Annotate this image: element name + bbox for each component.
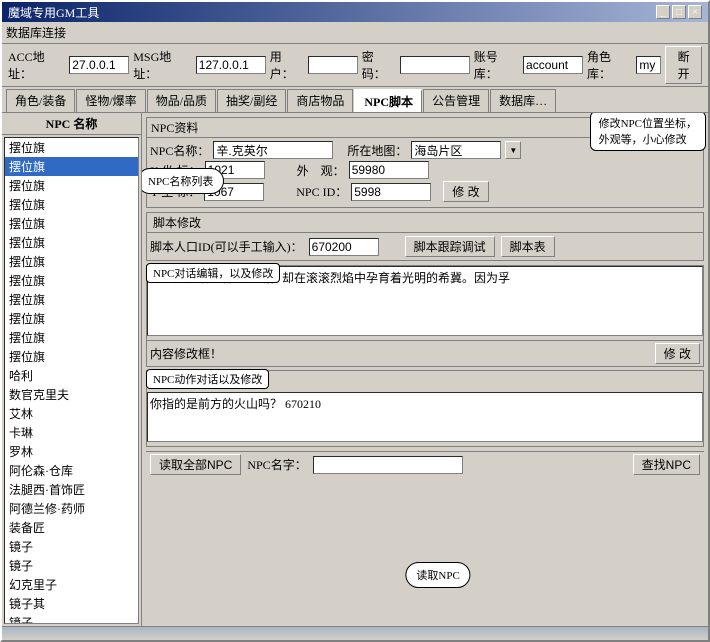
title-bar-buttons: _ □ ×	[656, 5, 702, 19]
title-bar: 魔域专用GM工具 _ □ ×	[2, 2, 708, 22]
callout-modify-npc: 修改NPC位置坐标，外观等，小心修改	[590, 113, 706, 151]
list-item[interactable]: 镜子其	[5, 594, 138, 613]
window-title: 魔域专用GM工具	[8, 4, 99, 21]
npc-name-label: NPC名字：	[247, 456, 306, 473]
user-input[interactable]	[308, 56, 358, 74]
list-item[interactable]: 摆位旗	[5, 309, 138, 328]
npc-list-header: NPC 名称	[2, 113, 141, 135]
list-item[interactable]: 摆位旗	[5, 271, 138, 290]
outer-input[interactable]	[349, 161, 429, 179]
tab-shop[interactable]: 商店物品	[287, 89, 353, 112]
list-item[interactable]: 数官克里夫	[5, 385, 138, 404]
main-window: 魔域专用GM工具 _ □ × 数据库连接 ACC地址： MSG地址： 用户： 密…	[0, 0, 710, 642]
script-id-label: 脚本人口ID(可以手工输入)：	[150, 238, 303, 255]
list-item[interactable]: 摆位旗	[5, 176, 138, 195]
list-item[interactable]: 摆位旗	[5, 195, 138, 214]
role-input[interactable]	[636, 56, 661, 74]
npcid-input[interactable]	[351, 183, 431, 201]
dialog-modify-row: 内容修改框！ 修 改	[146, 341, 704, 367]
left-panel: NPC 名称 摆位旗 摆位旗 摆位旗 摆位旗 摆位旗 摆位旗 摆位旗 摆位旗 摆…	[2, 113, 142, 626]
read-all-npc-button[interactable]: 读取全部NPC	[150, 454, 241, 475]
modify-label: 内容修改框！	[150, 345, 649, 362]
tab-database[interactable]: 数据库…	[490, 89, 556, 112]
npc-name-input[interactable]	[213, 141, 333, 159]
dialog-wrapper: NPC对话编辑，以及修改 那儿是充满恐怖的死域，却在滚滚烈焰中孕育着光明的希冀。…	[146, 265, 704, 367]
list-item[interactable]: 阿德兰修·药师	[5, 499, 138, 518]
list-item[interactable]: 摆位旗	[5, 347, 138, 366]
find-npc-button[interactable]: 查找NPC	[633, 454, 700, 475]
trace-debug-button[interactable]: 脚本跟踪调试	[405, 236, 495, 257]
menu-database[interactable]: 数据库连接	[6, 26, 66, 40]
callout-npc-list: NPC名称列表	[142, 168, 224, 194]
script-row: 脚本人口ID(可以手工输入)： 脚本跟踪调试 脚本表	[147, 233, 703, 260]
user-label: 用户：	[270, 48, 304, 82]
bottom-bar: 读取全部NPC NPC名字： 查找NPC	[146, 451, 704, 477]
tab-bar: 角色/装备 怪物/爆率 物品/品质 抽奖/副经 商店物品 NPC脚本 公告管理 …	[2, 87, 708, 113]
list-item[interactable]: 装备匠	[5, 518, 138, 537]
acc-input[interactable]	[69, 56, 129, 74]
msg-input[interactable]	[196, 56, 266, 74]
tab-announce[interactable]: 公告管理	[423, 89, 489, 112]
list-item[interactable]: 摆位旗	[5, 233, 138, 252]
account-input[interactable]	[523, 56, 583, 74]
list-item[interactable]: 法腿西·首饰匠	[5, 480, 138, 499]
list-item[interactable]: 镜子	[5, 537, 138, 556]
account-label: 账号库：	[474, 48, 519, 82]
tab-npc[interactable]: NPC脚本	[354, 89, 422, 112]
menu-bar: 数据库连接	[2, 22, 708, 44]
outer-label: 外 观：	[297, 162, 345, 179]
msg-label: MSG地址：	[133, 48, 192, 82]
script-table-button[interactable]: 脚本表	[501, 236, 555, 257]
tab-item[interactable]: 物品/品质	[147, 89, 216, 112]
pwd-input[interactable]	[400, 56, 470, 74]
list-item[interactable]: 摆位旗	[5, 157, 138, 176]
modify-npc-button[interactable]: 修 改	[443, 181, 488, 202]
map-input[interactable]	[411, 141, 501, 159]
callout-dialog: NPC对话编辑，以及修改	[146, 263, 280, 283]
maximize-button[interactable]: □	[672, 5, 686, 19]
close-button[interactable]: ×	[688, 5, 702, 19]
disconnect-button[interactable]: 断开	[665, 46, 702, 84]
list-item[interactable]: 摆位旗	[5, 290, 138, 309]
map-label: 所在地图：	[347, 142, 407, 159]
callout-action: NPC动作对话以及修改	[146, 369, 269, 389]
script-id-input[interactable]	[309, 238, 379, 256]
npc-list[interactable]: 摆位旗 摆位旗 摆位旗 摆位旗 摆位旗 摆位旗 摆位旗 摆位旗 摆位旗 摆位旗 …	[4, 137, 139, 624]
script-section: 脚本修改 脚本人口ID(可以手工输入)： 脚本跟踪调试 脚本表	[146, 212, 704, 261]
list-item[interactable]: 阿伦森·仓库	[5, 461, 138, 480]
list-item[interactable]: 摆位旗	[5, 214, 138, 233]
x-coord-row: X 坐 标： 外 观：	[150, 161, 700, 179]
main-content: NPC 名称 摆位旗 摆位旗 摆位旗 摆位旗 摆位旗 摆位旗 摆位旗 摆位旗 摆…	[2, 113, 708, 626]
right-panel: NPC名称列表 修改NPC位置坐标，外观等，小心修改 NPC资料 NPC名称： …	[142, 113, 708, 626]
list-item[interactable]: 摆位旗	[5, 252, 138, 271]
callout-read-npc: 读取NPC	[405, 562, 470, 588]
acc-label: ACC地址：	[8, 48, 65, 82]
list-item[interactable]: 卡琳	[5, 423, 138, 442]
list-item[interactable]: 摆位旗	[5, 328, 138, 347]
list-item[interactable]: 镜子	[5, 613, 138, 624]
list-item[interactable]: 艾林	[5, 404, 138, 423]
list-item[interactable]: 镜子	[5, 556, 138, 575]
status-bar	[2, 626, 708, 640]
action-wrapper: NPC动作对话以及修改 动作内容： 你指的是前方的火山吗？ 670210	[146, 370, 704, 447]
minimize-button[interactable]: _	[656, 5, 670, 19]
role-label: 角色库：	[587, 48, 632, 82]
y-coord-row: Y 坐 标： NPC ID： 修 改	[150, 181, 700, 202]
tab-monster[interactable]: 怪物/爆率	[76, 89, 145, 112]
script-title: 脚本修改	[147, 213, 703, 233]
map-dropdown-arrow[interactable]: ▼	[505, 141, 521, 159]
list-item[interactable]: 摆位旗	[5, 138, 138, 157]
dialog-modify-button[interactable]: 修 改	[655, 343, 700, 364]
tab-role-equip[interactable]: 角色/装备	[6, 89, 75, 112]
npcid-label: NPC ID：	[296, 183, 347, 200]
npc-name-search-input[interactable]	[313, 456, 463, 474]
list-item[interactable]: 罗林	[5, 442, 138, 461]
tab-lottery[interactable]: 抽奖/副经	[217, 89, 286, 112]
action-textarea[interactable]: 你指的是前方的火山吗？ 670210	[147, 392, 703, 442]
list-item[interactable]: 幻克里子	[5, 575, 138, 594]
npc-name-label: NPC名称：	[150, 142, 209, 159]
list-item[interactable]: 哈利	[5, 366, 138, 385]
acc-bar: ACC地址： MSG地址： 用户： 密码： 账号库： 角色库： 断开	[2, 44, 708, 87]
pwd-label: 密码：	[362, 48, 396, 82]
